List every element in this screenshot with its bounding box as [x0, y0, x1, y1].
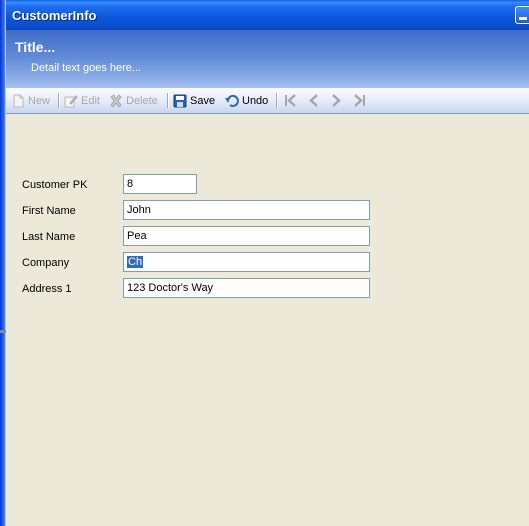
toolbar: New Edit Delete Save Undo	[6, 88, 529, 114]
first-record-icon[interactable]	[283, 93, 299, 108]
toolbar-separator	[167, 93, 169, 108]
header-banner: Title... Detail text goes here...	[6, 30, 529, 88]
edit-icon	[64, 94, 78, 108]
edit-button[interactable]: Edit	[64, 93, 100, 109]
address-1-field[interactable]: 123 Doctor's Way	[123, 278, 370, 298]
undo-label: Undo	[242, 95, 269, 107]
previous-record-icon[interactable]	[306, 93, 322, 108]
new-icon	[11, 94, 25, 108]
window-title: CustomerInfo	[12, 8, 97, 23]
minimize-icon[interactable]	[515, 6, 529, 24]
customer-pk-value: 8	[127, 178, 134, 190]
form-area: Customer PK 8 First Name John Last Name …	[6, 114, 529, 526]
toolbar-separator	[276, 93, 278, 108]
undo-button[interactable]: Undo	[225, 93, 268, 109]
save-button[interactable]: Save	[173, 93, 215, 109]
company-field[interactable]: Ch	[123, 252, 370, 272]
first-name-field[interactable]: John	[123, 200, 370, 220]
company-label: Company	[22, 257, 70, 269]
banner-title: Title...	[15, 39, 56, 55]
delete-icon	[109, 94, 123, 108]
window-frame-left	[0, 0, 6, 526]
first-name-value: John	[127, 204, 151, 216]
last-record-icon[interactable]	[351, 93, 367, 108]
save-label: Save	[190, 95, 216, 107]
save-icon	[173, 94, 187, 108]
banner-detail: Detail text goes here...	[31, 62, 142, 74]
edit-label: Edit	[81, 95, 100, 107]
undo-icon	[225, 94, 239, 108]
customer-pk-label: Customer PK	[22, 179, 88, 191]
toolbar-separator	[58, 93, 60, 108]
last-name-label: Last Name	[22, 231, 76, 243]
last-name-value: Pea	[127, 230, 147, 242]
delete-label: Delete	[126, 95, 158, 107]
first-name-label: First Name	[22, 205, 76, 217]
address-1-label: Address 1	[22, 283, 72, 295]
new-button[interactable]: New	[11, 93, 50, 109]
frame-marker	[0, 330, 6, 333]
customer-pk-field[interactable]: 8	[123, 174, 197, 194]
next-record-icon[interactable]	[328, 93, 344, 108]
delete-button[interactable]: Delete	[109, 93, 158, 109]
company-value: Ch	[127, 256, 144, 268]
customer-info-window: CustomerInfo Title... Detail text goes h…	[0, 0, 529, 526]
address-1-value: 123 Doctor's Way	[127, 282, 214, 294]
last-name-field[interactable]: Pea	[123, 226, 370, 246]
title-bar[interactable]: CustomerInfo	[0, 0, 529, 30]
new-label: New	[28, 95, 51, 107]
